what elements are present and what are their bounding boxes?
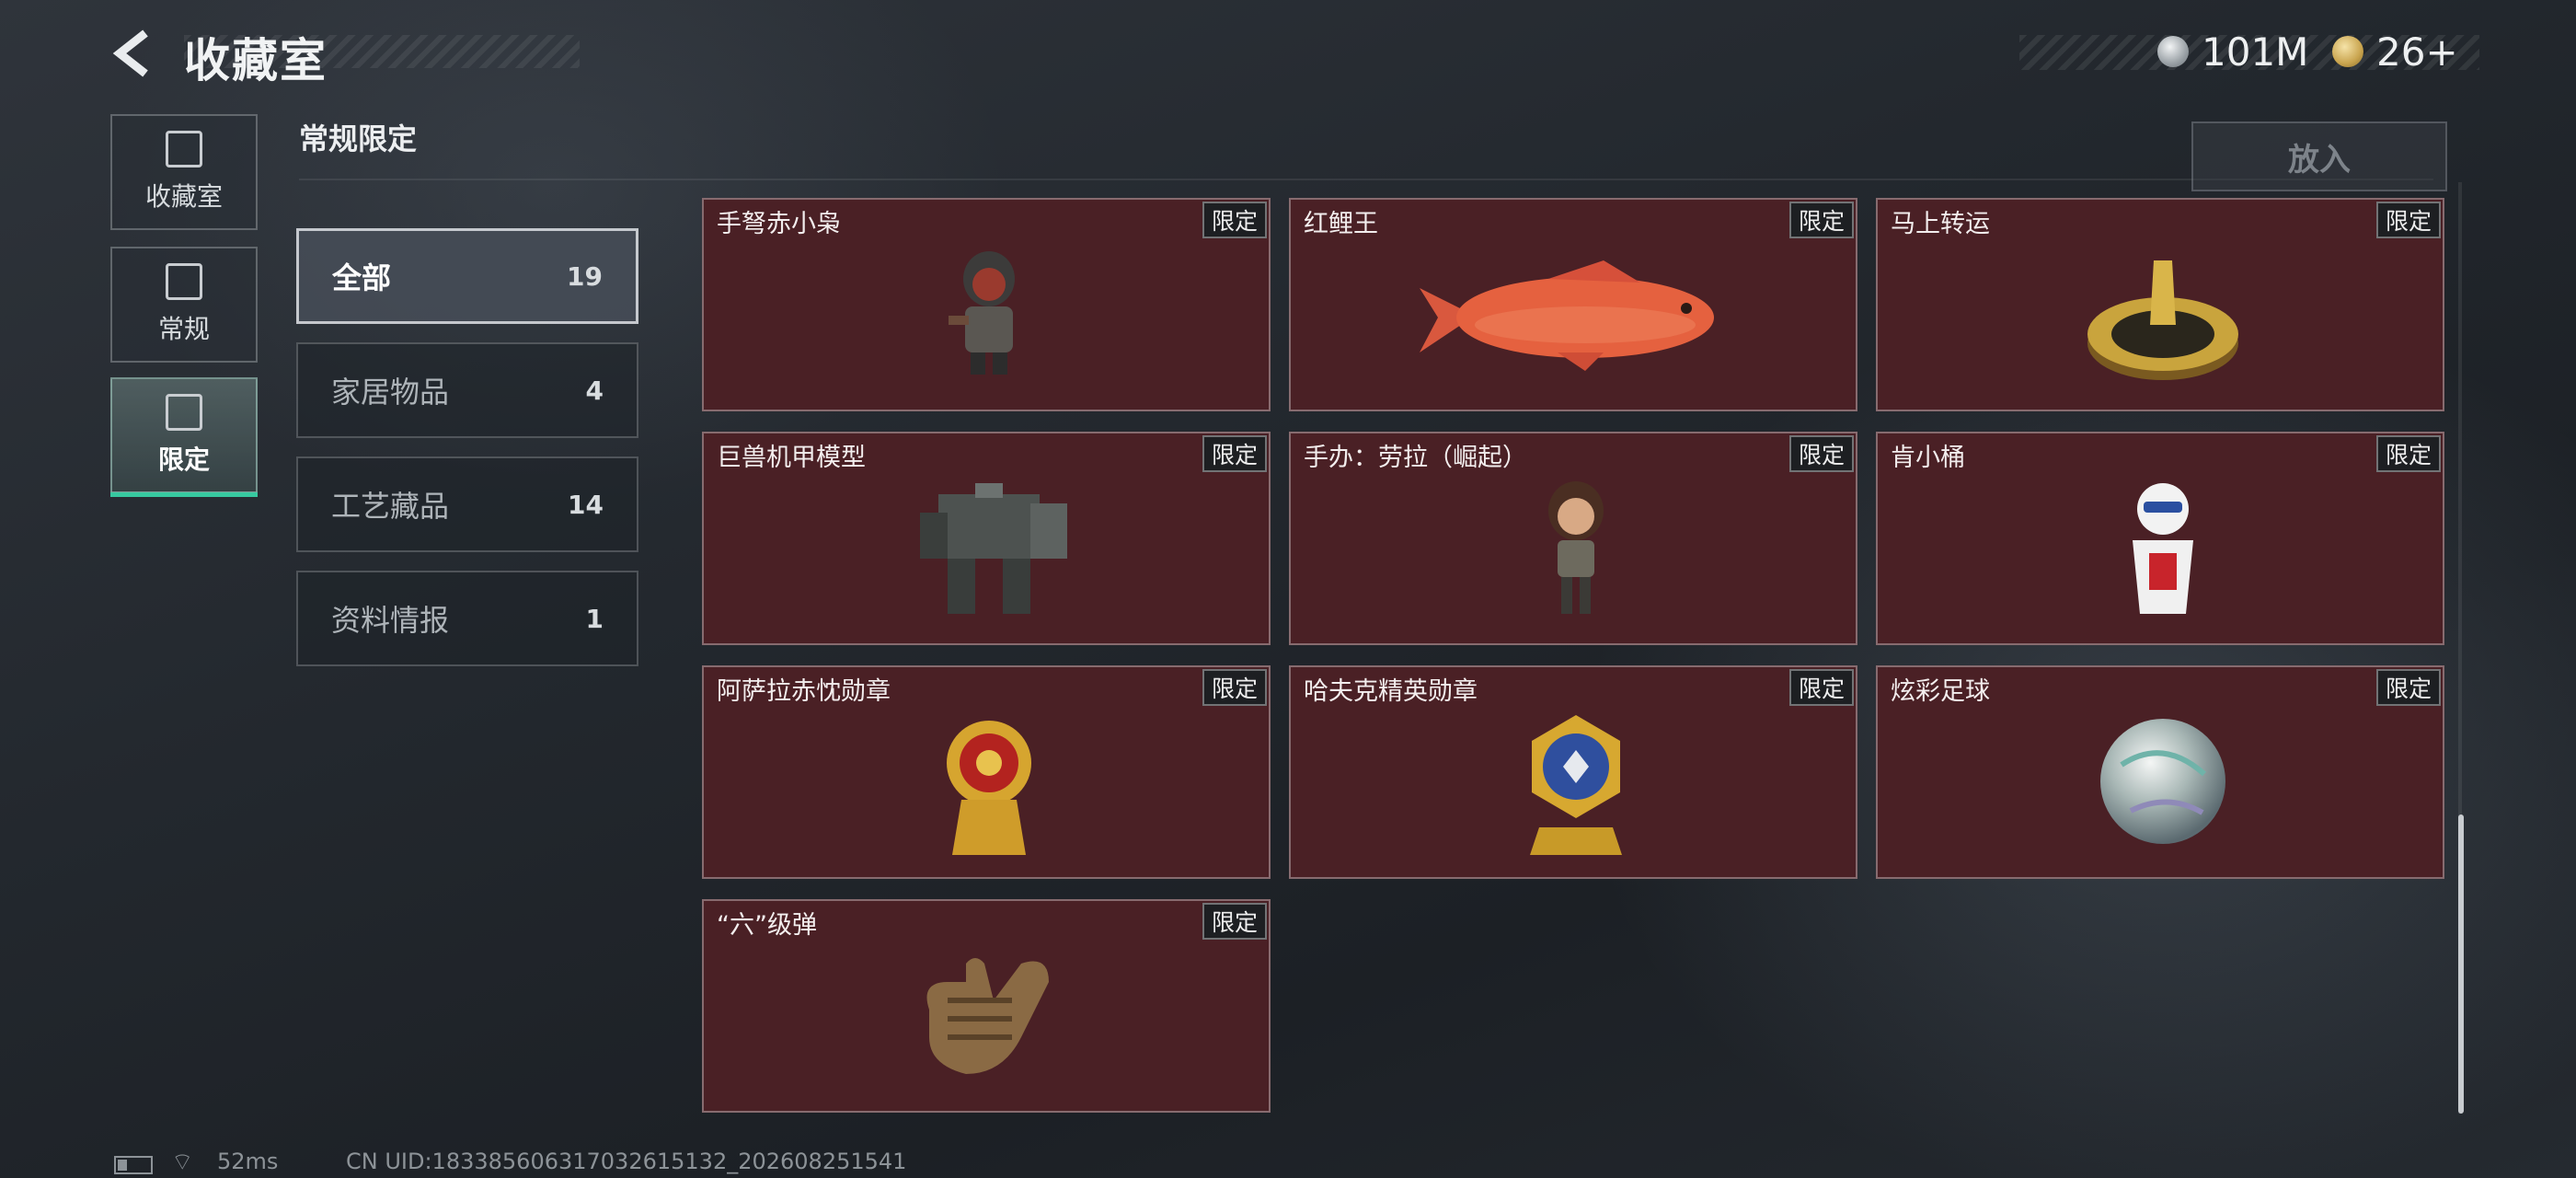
item-card[interactable]: 肯小桶 限定 (1876, 432, 2444, 645)
limited-tag: 限定 (1202, 202, 1267, 238)
limited-tag: 限定 (2376, 202, 2441, 238)
page-title: 收藏室 (184, 34, 328, 87)
item-name: “六”级弹 (717, 911, 817, 940)
category-name: 家居物品 (331, 375, 450, 410)
item-asala-medal (704, 700, 1269, 877)
limited-tag: 限定 (1789, 669, 1854, 706)
item-card[interactable]: 阿萨拉赤忱勋章 限定 (702, 665, 1271, 879)
gold-currency-value: 26+ (2376, 29, 2458, 75)
category-name: 工艺藏品 (331, 489, 450, 524)
item-ken-bucket-figure (1878, 467, 2443, 643)
limited-icon (166, 394, 202, 431)
category-home-items[interactable]: 家居物品 4 (296, 342, 638, 438)
item-name: 手弩赤小枭 (717, 210, 841, 238)
trophy-icon (166, 131, 202, 167)
item-horse-fortune-coin (1878, 233, 2443, 410)
category-count: 14 (568, 489, 604, 520)
item-six-level-bullet-hand (704, 934, 1269, 1111)
limited-tag: 限定 (1789, 435, 1854, 472)
item-card[interactable]: 红鲤王 限定 (1289, 198, 1857, 411)
rail-item-label: 收藏室 (144, 181, 223, 212)
uid-text: CN UID:18338560631703261513​2_2026082515… (346, 1149, 907, 1174)
gold-currency[interactable]: 26+ (2332, 28, 2458, 75)
category-count: 4 (585, 375, 604, 406)
item-name: 巨兽机甲模型 (717, 444, 866, 472)
section-divider (299, 179, 2433, 180)
item-haavk-elite-medal (1291, 700, 1856, 877)
item-name: 阿萨拉赤忱勋章 (717, 677, 891, 706)
rail-item-label: 限定 (157, 445, 210, 475)
section-title: 常规限定 (299, 121, 418, 156)
scrollbar-thumb[interactable] (2458, 814, 2464, 1114)
limited-tag: 限定 (1202, 903, 1267, 940)
gold-coin-icon (2332, 36, 2363, 67)
item-crossbow-owl-figure (704, 233, 1269, 410)
limited-tag: 限定 (2376, 435, 2441, 472)
item-card[interactable]: 手办：劳拉（崛起） 限定 (1289, 432, 1857, 645)
item-lara-figure (1291, 467, 1856, 643)
rail-item-regular[interactable]: 常规 (110, 247, 258, 363)
silver-currency-value: 101M (2202, 29, 2309, 75)
item-mech-model (704, 467, 1269, 643)
category-name: 全部 (332, 260, 392, 295)
item-card[interactable]: 马上转运 限定 (1876, 198, 2444, 411)
rail-item-label: 常规 (157, 314, 210, 344)
category-name: 资料情报 (331, 603, 450, 638)
limited-tag: 限定 (2376, 669, 2441, 706)
item-name: 马上转运 (1891, 210, 1990, 238)
item-card[interactable]: 哈夫克精英勋章 限定 (1289, 665, 1857, 879)
category-intel-documents[interactable]: 资料情报 1 (296, 571, 638, 666)
item-name: 肯小桶 (1891, 444, 1965, 472)
category-all[interactable]: 全部 19 (296, 228, 638, 324)
silver-coin-icon (2157, 36, 2189, 67)
limited-tag: 限定 (1202, 669, 1267, 706)
limited-tag: 限定 (1789, 202, 1854, 238)
item-iridescent-football (1878, 700, 2443, 877)
back-arrow-icon[interactable] (109, 28, 160, 79)
put-in-button[interactable]: 放入 (2191, 121, 2447, 191)
battery-icon (114, 1156, 153, 1174)
silver-currency: 101M (2157, 28, 2308, 75)
item-card[interactable]: 炫彩足球 限定 (1876, 665, 2444, 879)
category-count: 1 (585, 603, 604, 634)
item-card[interactable]: 手弩赤小枭 限定 (702, 198, 1271, 411)
category-count: 19 (567, 260, 603, 292)
item-red-carp-king (1291, 233, 1856, 410)
item-name: 炫彩足球 (1891, 677, 1990, 706)
wifi-icon: ⌔ (171, 1149, 194, 1176)
image-icon (166, 263, 202, 300)
item-card[interactable]: 巨兽机甲模型 限定 (702, 432, 1271, 645)
ping-value: 52ms (217, 1149, 279, 1174)
item-name: 手办：劳拉（崛起） (1304, 444, 1527, 472)
item-name: 哈夫克精英勋章 (1304, 677, 1478, 706)
item-name: 红鲤王 (1304, 210, 1378, 238)
limited-tag: 限定 (1202, 435, 1267, 472)
item-card[interactable]: “六”级弹 限定 (702, 899, 1271, 1113)
rail-item-collection-room[interactable]: 收藏室 (110, 114, 258, 230)
category-craft-collectibles[interactable]: 工艺藏品 14 (296, 456, 638, 552)
rail-item-limited[interactable]: 限定 (110, 377, 258, 497)
